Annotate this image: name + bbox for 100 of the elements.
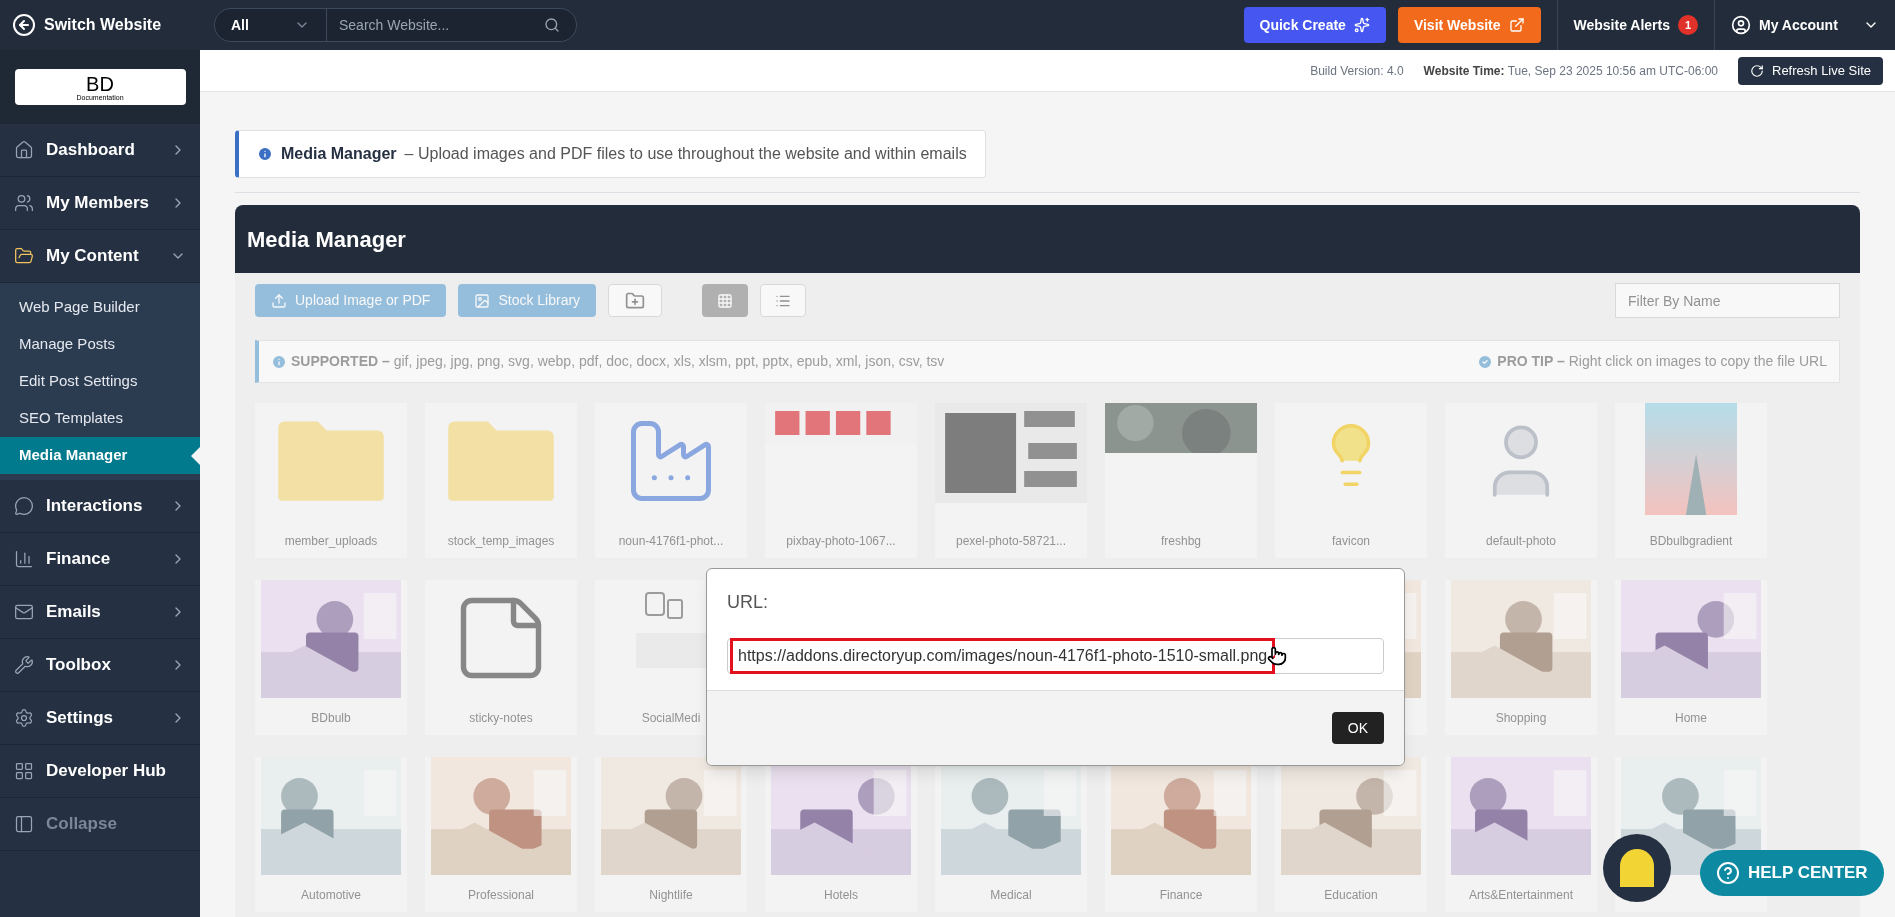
search-icon [544,17,560,33]
file-name: Finance [1159,887,1203,904]
sidebar-item[interactable]: Toolbox [0,639,200,692]
submenu-item[interactable]: Edit Post Settings [0,363,200,400]
sparkle-icon [1353,17,1370,33]
external-link-icon [1508,17,1525,33]
file-name: sticky-notes [469,710,533,727]
upload-button[interactable]: Upload Image or PDF [255,284,447,317]
media-tile[interactable]: Home [1615,580,1767,735]
search-field[interactable]: Search Website... [327,14,544,36]
file-name: Nightlife [649,887,693,904]
info-icon [271,353,287,370]
file-name: noun-4176f1-phot... [618,533,724,550]
file-name: pixbay-photo-1067... [786,533,896,550]
file-name: BDbulbgradient [1649,533,1733,550]
file-name: pexel-photo-58721... [955,533,1067,550]
filter-dropdown[interactable]: All [215,9,327,41]
sidebar-item[interactable]: Interactions [0,480,200,533]
envelope-icon [14,602,34,622]
file-name: default-photo [1485,533,1557,550]
media-tile[interactable]: Automotive [255,757,407,912]
search-bar[interactable]: All Search Website... [214,8,577,42]
media-tile[interactable]: Shopping [1445,580,1597,735]
submenu-item[interactable]: Media Manager [0,437,200,474]
file-name: stock_temp_images [447,533,555,550]
upload-icon [271,292,287,309]
file-name: Education [1324,887,1378,904]
panel-title: Media Manager [247,225,406,254]
file-name: favicon [1332,533,1370,550]
users-icon [14,193,34,213]
submenu-item[interactable]: Manage Posts [0,326,200,363]
view-toggle[interactable] [702,284,749,317]
alert-count-badge: 1 [1678,15,1698,35]
image-icon [474,292,491,309]
pro-tip-text: PRO TIP – Right click on images to copy the file URL [1497,352,1827,371]
sidebar-item[interactable]: Settings [0,692,200,745]
file-name: Automotive [301,887,361,904]
folder-icon [14,246,34,266]
help-center-button[interactable]: HELP CENTER [1700,850,1884,896]
media-tile[interactable]: stock_temp_images [425,403,577,558]
website-time: Website Time: Tue, Sep 23 2025 10:56 am UTC-06:00 [1423,62,1718,80]
media-tile[interactable]: Arts&Entertainment [1445,757,1597,912]
sidebar-item[interactable]: Emails [0,586,200,639]
check-circle-icon [1477,353,1494,370]
logo-text: BD [86,73,114,94]
sidebar-item[interactable]: Developer Hub [0,745,200,798]
house-icon [14,140,34,160]
help-icon [1716,861,1740,885]
media-tile[interactable]: pexel-photo-58721... [935,403,1087,558]
ok-button[interactable]: OK [1331,712,1384,744]
view-toggle[interactable] [760,284,807,317]
bar-chart-icon [14,549,34,569]
media-tile[interactable]: sticky-notes [425,580,577,735]
url-field[interactable]: https://addons.directoryup.com/images/noun-4176f1-photo-1510-small.png [727,638,1384,674]
media-tile[interactable]: favicon [1275,403,1427,558]
media-tile[interactable]: Nightlife [595,757,747,912]
build-version: Build Version: 4.0 [1310,62,1404,80]
file-name: freshbg [1161,533,1201,550]
switch-website-button[interactable]: Switch Website [0,0,200,50]
media-tile[interactable]: noun-4176f1-phot... [595,403,747,558]
media-tile[interactable]: member_uploads [255,403,407,558]
grid-icon [14,761,34,781]
new-folder-button[interactable] [608,284,663,317]
file-name: Hotels [824,887,858,904]
file-name: member_uploads [284,533,378,550]
hand-cursor-icon [1267,646,1288,666]
new-folder-icon [625,290,646,311]
chat-bubble-icon [14,496,34,516]
file-name: Medical [990,887,1032,904]
sidebar-item[interactable]: Dashboard [0,124,200,177]
submenu-item[interactable]: Web Page Builder [0,289,200,326]
media-tile[interactable]: Professional [425,757,577,912]
media-tile[interactable]: default-photo [1445,403,1597,558]
refresh-live-site-button[interactable]: Refresh Live Site [1738,56,1883,85]
visit-website-button[interactable]: Visit Website [1397,7,1541,43]
file-name: Arts&Entertainment [1468,887,1573,904]
media-tile[interactable]: Education [1275,757,1427,912]
panel-icon [14,814,34,834]
banner-text: – Upload images and PDF files to use throughout the website and within emails [404,144,967,164]
banner-title: Media Manager [281,144,397,164]
file-name: Home [1675,710,1707,727]
sidebar-item[interactable]: Finance [0,533,200,586]
file-name: BDbulb [311,710,351,727]
submenu-item[interactable]: SEO Templates [0,400,200,437]
quick-create-button[interactable]: Quick Create [1243,7,1386,43]
filter-field[interactable]: Filter By Name [1615,283,1840,318]
sidebar-item[interactable]: Collapse [0,798,200,851]
supported-text: SUPPORTED – gif, jpeg, jpg, png, svg, webp, pdf, doc, docx, xls, xlsm, ppt, pptx, epub, xml, json, csv, tsv [291,352,945,371]
file-name: SocialMedi [641,710,701,727]
sidebar-item[interactable]: My Members [0,177,200,230]
dialog-label: URL: [727,591,769,614]
media-tile[interactable]: BDbulb [255,580,407,735]
media-tile[interactable]: freshbg [1105,403,1257,558]
info-icon [257,146,273,162]
file-name: Shopping [1495,710,1547,727]
media-tile[interactable]: BDbulbgradient [1615,403,1767,558]
settings-icon [14,708,34,728]
stock-library-button[interactable]: Stock Library [458,284,597,317]
user-icon [1731,15,1751,35]
grid-icon [717,292,734,309]
